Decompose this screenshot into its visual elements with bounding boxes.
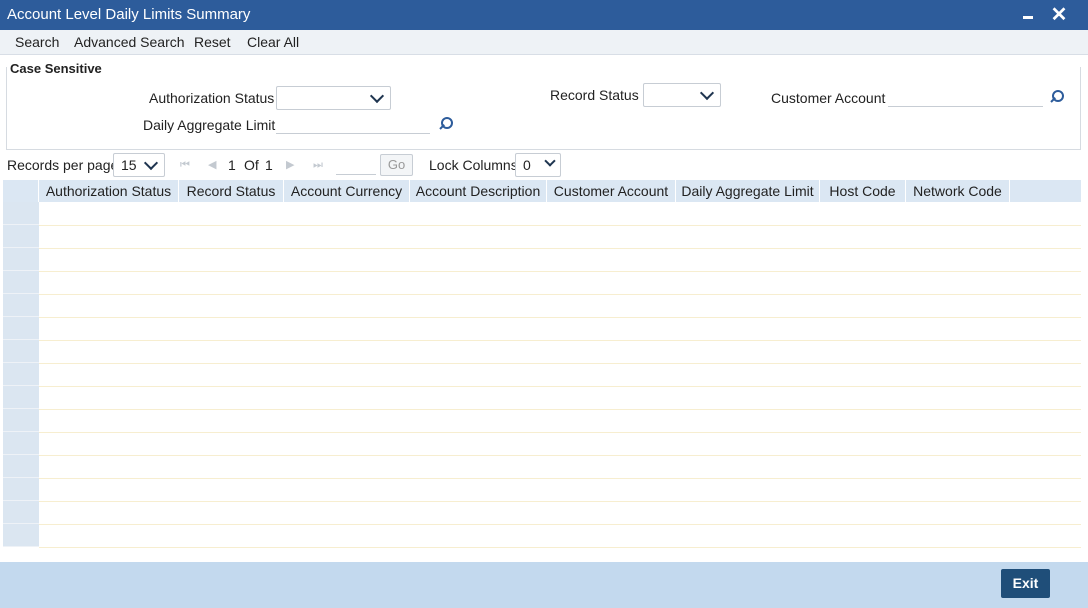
row-select-cell[interactable] [3,294,39,317]
chevron-down-icon [544,155,556,167]
row-select-cell[interactable] [3,248,39,271]
column-header[interactable]: Customer Account [547,180,676,202]
table-row[interactable] [39,271,1081,272]
row-select-cell[interactable] [3,363,39,386]
total-pages: 1 [265,157,273,173]
close-icon[interactable]: ✕ [1048,4,1070,26]
chevron-down-icon [699,85,715,101]
next-page-icon[interactable]: ▶ [286,159,296,171]
column-header[interactable]: Host Code [820,180,906,202]
column-header[interactable]: Authorization Status [39,180,179,202]
authorization-status-select[interactable] [276,86,391,110]
records-per-page-select[interactable]: 15 [113,153,165,177]
table-row[interactable] [39,432,1081,433]
row-select-cell[interactable] [3,317,39,340]
row-select-cell[interactable] [3,409,39,432]
table-row[interactable] [39,225,1081,226]
search-button[interactable]: Search [15,34,59,50]
chevron-down-icon [143,155,159,171]
row-select-cell[interactable] [3,524,39,547]
customer-account-label: Customer Account [771,90,886,106]
table-row[interactable] [39,524,1081,525]
go-button[interactable]: Go [380,154,413,176]
table-row[interactable] [39,340,1081,341]
minimize-icon[interactable] [1018,4,1040,26]
exit-button[interactable]: Exit [1001,569,1050,598]
row-select-cell[interactable] [3,501,39,524]
table-row[interactable] [39,317,1081,318]
table-row[interactable] [39,248,1081,249]
page-number-input[interactable] [336,153,376,175]
authorization-status-label: Authorization Status [149,90,275,106]
row-select-cell[interactable] [3,432,39,455]
clear-all-button[interactable]: Clear All [247,34,299,50]
table-row[interactable] [39,386,1081,387]
column-header[interactable]: Network Code [906,180,1010,202]
daily-aggregate-limit-input[interactable] [276,112,430,134]
table-row[interactable] [39,478,1081,479]
customer-account-search-icon[interactable] [1050,90,1064,104]
lock-columns-label: Lock Columns [429,157,518,173]
records-per-page-label: Records per page [7,157,119,173]
results-grid: Authorization Status Record Status Accou… [3,180,1081,548]
table-row[interactable] [39,547,1081,548]
case-sensitive-legend: Case Sensitive [10,61,106,76]
first-page-icon[interactable]: ⏮ [180,159,190,171]
row-select-cell[interactable] [3,340,39,363]
row-select-cell[interactable] [3,225,39,248]
row-select-cell[interactable] [3,202,39,225]
reset-button[interactable]: Reset [194,34,231,50]
row-select-cell[interactable] [3,455,39,478]
table-row[interactable] [39,294,1081,295]
record-status-select[interactable] [643,83,721,107]
chevron-down-icon [369,88,385,104]
records-per-page-value: 15 [121,157,137,173]
column-header[interactable]: Record Status [179,180,284,202]
window-titlebar: Account Level Daily Limits Summary ✕ [0,0,1088,30]
column-header[interactable]: Daily Aggregate Limit [676,180,820,202]
column-header[interactable]: Account Description [410,180,547,202]
lock-columns-value: 0 [523,157,531,173]
table-row[interactable] [39,455,1081,456]
footer-bar: Exit [0,562,1088,608]
select-all-header[interactable] [3,180,39,202]
customer-account-input[interactable] [888,85,1043,107]
daily-aggregate-limit-label: Daily Aggregate Limit [143,117,276,133]
record-status-label: Record Status [550,87,639,103]
of-label: Of [244,157,259,173]
search-criteria-panel [6,67,1081,150]
row-select-cell[interactable] [3,386,39,409]
current-page-number: 1 [228,157,236,173]
daily-aggregate-limit-search-icon[interactable] [439,117,453,131]
table-row[interactable] [39,501,1081,502]
toolbar: Search Advanced Search Reset Clear All [0,30,1088,55]
table-row[interactable] [39,363,1081,364]
advanced-search-button[interactable]: Advanced Search [74,34,185,50]
previous-page-icon[interactable]: ◀ [208,159,218,171]
row-select-cell[interactable] [3,478,39,501]
last-page-icon[interactable]: ⏭ [313,159,323,171]
row-select-cell[interactable] [3,271,39,294]
column-header[interactable]: Account Currency [284,180,410,202]
grid-header: Authorization Status Record Status Accou… [3,180,1081,202]
table-row[interactable] [39,409,1081,410]
window-title: Account Level Daily Limits Summary [7,6,251,23]
lock-columns-select[interactable]: 0 [515,153,561,177]
